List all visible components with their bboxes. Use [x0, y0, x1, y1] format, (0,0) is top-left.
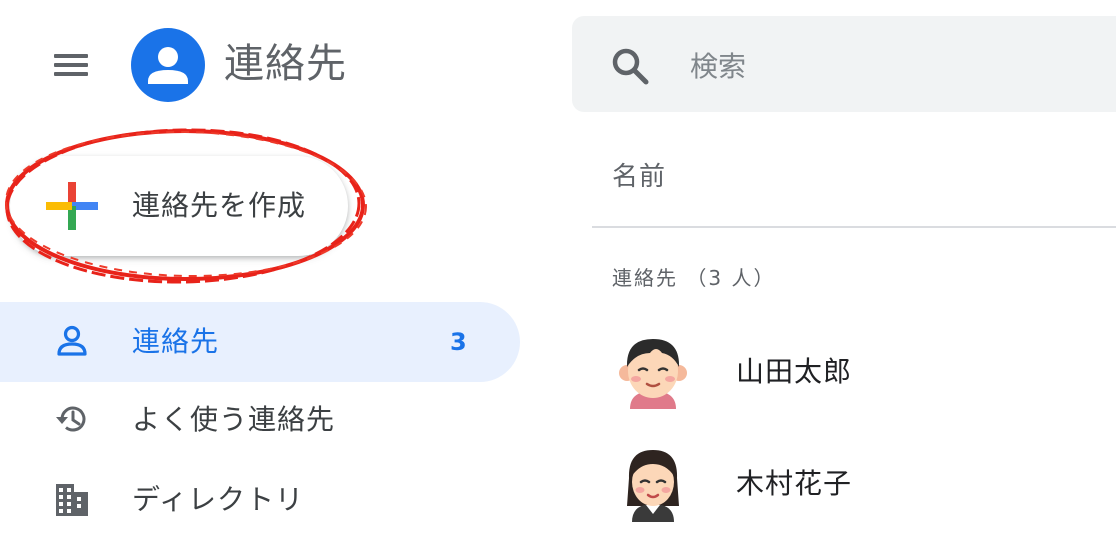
name-column-header[interactable]: 名前 [612, 158, 666, 196]
contact-name: 山田太郎 [736, 355, 853, 388]
woman-avatar [616, 444, 690, 522]
menu-icon[interactable] [50, 48, 94, 82]
multicolor-plus-icon [46, 182, 98, 230]
create-contact-label: 連絡先を作成 [132, 189, 307, 222]
sidebar-item-label: 連絡先 [132, 325, 220, 358]
app-title: 連絡先 [224, 41, 347, 87]
sidebar-item-label: よく使う連絡先 [132, 403, 336, 436]
sidebar-item-label: ディレクトリ [132, 483, 305, 516]
contact-name: 木村花子 [736, 467, 853, 500]
app-logo-person-icon [131, 28, 205, 102]
divider [592, 226, 1116, 228]
building-icon [54, 482, 90, 518]
person-outline-icon [54, 323, 90, 359]
contacts-count-badge: 3 [450, 328, 467, 356]
man-avatar [616, 333, 690, 411]
search-icon[interactable] [608, 44, 652, 88]
contacts-section-label: 連絡先 （3 人） [612, 266, 776, 290]
search-input[interactable] [690, 44, 1070, 88]
history-icon [54, 401, 90, 437]
